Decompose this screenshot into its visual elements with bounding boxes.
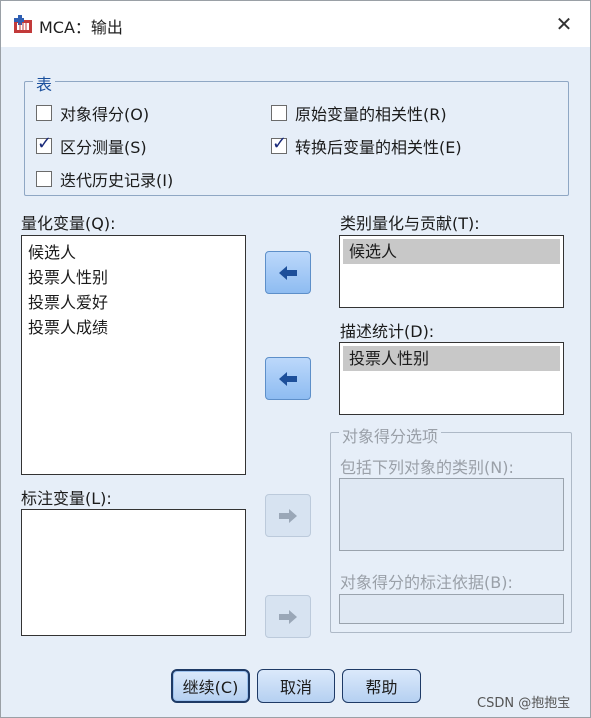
discrimination-measures-checkbox[interactable]: ✓ 区分测量(S) — [36, 133, 147, 157]
list-item[interactable]: 候选人 — [22, 240, 245, 265]
object-score-options-label: 对象得分选项 — [339, 423, 442, 447]
category-quantifications-list[interactable]: 候选人 — [339, 235, 564, 308]
transformed-correlations-checkbox[interactable]: ✓ 转换后变量的相关性(E) — [271, 133, 462, 157]
checkbox-label: 转换后变量的相关性(E) — [295, 138, 462, 157]
cancel-button[interactable]: 取消 — [257, 669, 335, 703]
labeling-variables-label: 标注变量(L): — [21, 489, 112, 508]
checkbox-box: ✓ — [271, 133, 287, 154]
list-item[interactable]: 投票人性别 — [343, 346, 560, 371]
arrow-right-icon — [279, 609, 297, 624]
label-by-field[interactable] — [339, 594, 564, 624]
label-by-label: 对象得分的标注依据(B): — [340, 573, 513, 592]
include-categories-list[interactable] — [339, 478, 564, 551]
list-item[interactable]: 候选人 — [343, 239, 560, 264]
checkbox-label: 迭代历史记录(I) — [60, 171, 174, 190]
help-button[interactable]: 帮助 — [342, 669, 421, 703]
watermark: CSDN @抱抱宝 — [477, 696, 571, 711]
arrow-left-icon — [279, 265, 297, 280]
arrow-right-icon — [279, 508, 297, 523]
quantified-variables-label: 量化变量(Q): — [21, 214, 116, 233]
checkbox-box — [36, 105, 52, 121]
move-to-descriptive-statistics-button[interactable] — [265, 357, 311, 400]
move-to-label-by-button[interactable] — [265, 595, 311, 638]
move-to-category-quantifications-button[interactable] — [265, 251, 311, 294]
title-bar: MCA：输出 ✕ — [1, 1, 590, 47]
dialog-window: MCA：输出 ✕ 表 对象得分(O) ✓ 区分测量(S) 迭代历史记录(I) 原… — [0, 0, 591, 718]
checkbox-box: ✓ — [36, 133, 52, 154]
checkbox-label: 原始变量的相关性(R) — [295, 105, 447, 124]
quantified-variables-list[interactable]: 候选人 投票人性别 投票人爱好 投票人成绩 — [21, 235, 246, 475]
move-to-include-categories-button[interactable] — [265, 494, 311, 537]
labeling-variables-list[interactable] — [21, 509, 246, 636]
continue-button[interactable]: 继续(C) — [171, 669, 250, 703]
check-mark-icon: ✓ — [37, 133, 53, 154]
check-mark-icon: ✓ — [272, 133, 288, 154]
include-categories-label: 包括下列对象的类别(N): — [340, 458, 514, 477]
checkbox-box — [271, 105, 287, 121]
descriptive-statistics-list[interactable]: 投票人性别 — [339, 342, 564, 415]
app-icon — [14, 15, 32, 33]
list-item[interactable]: 投票人成绩 — [22, 315, 245, 340]
close-button[interactable]: ✕ — [547, 9, 581, 39]
iteration-history-checkbox[interactable]: 迭代历史记录(I) — [36, 168, 173, 190]
list-item[interactable]: 投票人性别 — [22, 265, 245, 290]
tables-group-label: 表 — [33, 71, 56, 95]
object-scores-checkbox[interactable]: 对象得分(O) — [36, 102, 149, 124]
window-title: MCA：输出 — [39, 18, 123, 37]
list-item[interactable]: 投票人爱好 — [22, 290, 245, 315]
original-correlations-checkbox[interactable]: 原始变量的相关性(R) — [271, 102, 447, 124]
arrow-left-icon — [279, 371, 297, 386]
checkbox-label: 区分测量(S) — [60, 138, 147, 157]
checkbox-label: 对象得分(O) — [60, 105, 150, 124]
checkbox-box — [36, 171, 52, 187]
category-quantifications-label: 类别量化与贡献(T): — [340, 214, 480, 233]
descriptive-statistics-label: 描述统计(D): — [340, 322, 435, 341]
